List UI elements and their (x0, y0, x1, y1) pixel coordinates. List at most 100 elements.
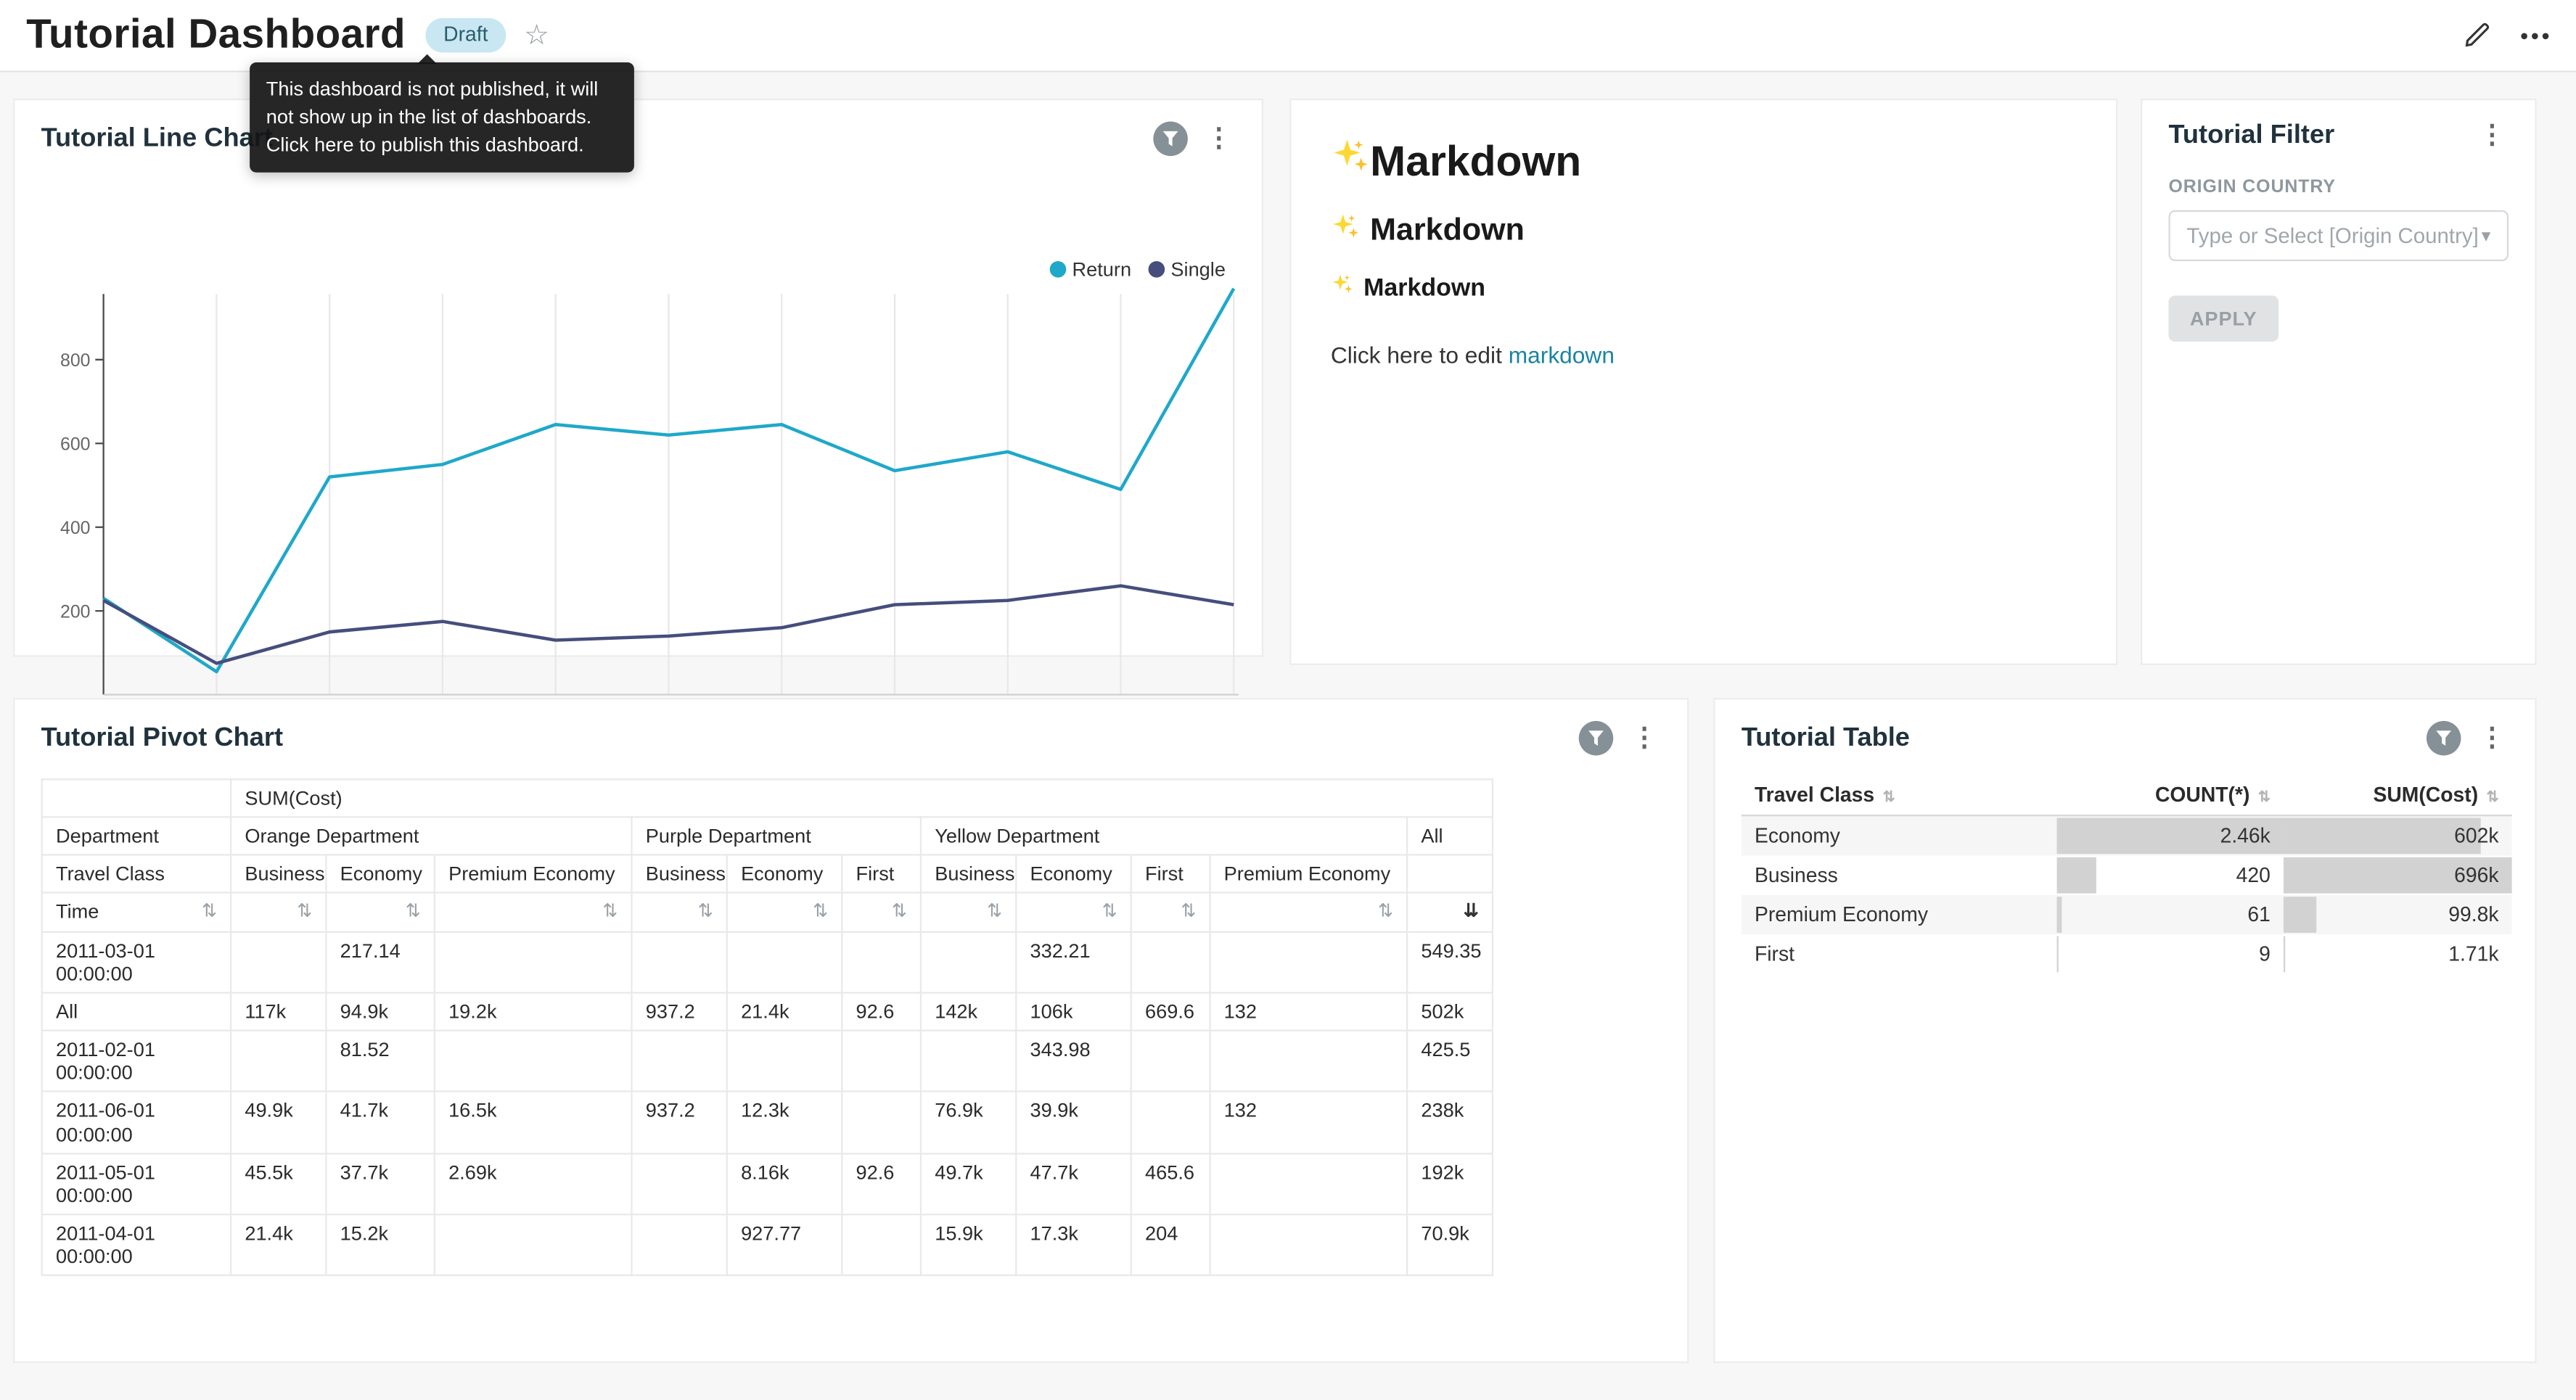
pivot-cell: 927.77 (727, 1214, 842, 1275)
line-chart-card: Tutorial Line Chart ⋮ ReturnSingle 20040… (13, 99, 1263, 657)
pivot-cell: 669.6 (1131, 992, 1210, 1030)
pivot-sort-header[interactable]: ⇅ (1210, 894, 1407, 931)
travel-class-value: Economy (1742, 816, 2057, 855)
table-row: Premium Economy6199.8k (1742, 895, 2512, 934)
sparkles-icon (1331, 212, 1361, 251)
sort-icon[interactable]: ⇅ (297, 903, 312, 921)
table-header-count-[interactable]: COUNT(*) ⇅ (2057, 775, 2284, 815)
sort-icon[interactable]: ⇅ (406, 903, 421, 921)
pivot-cell: 49.7k (921, 1153, 1016, 1214)
pivot-time-header[interactable]: Time ⇅ (42, 894, 231, 931)
count-value: 2.46k (2057, 816, 2284, 855)
travel-class-cell: Business (1742, 856, 2057, 895)
more-menu-icon[interactable] (2520, 30, 2550, 41)
pivot-class-header: Business (921, 855, 1016, 893)
pivot-cell (435, 931, 632, 992)
filter-scope-icon[interactable] (2427, 721, 2461, 756)
sum-cell: 602k (2284, 815, 2512, 855)
pivot-cell (632, 1153, 727, 1214)
pivot-cell: 465.6 (1131, 1153, 1210, 1214)
pivot-table: SUM(Cost)DepartmentOrange DepartmentPurp… (41, 778, 1493, 1277)
kebab-menu-icon[interactable]: ⋮ (1202, 125, 1235, 152)
sort-icon[interactable]: ⇅ (1181, 903, 1196, 921)
pivot-cell: 81.52 (326, 1031, 434, 1092)
pivot-cell: 106k (1016, 992, 1131, 1030)
pivot-class-header: Premium Economy (435, 855, 632, 893)
pivot-sort-header[interactable]: ⇅ (1016, 894, 1131, 931)
sort-icon[interactable]: ⇅ (1378, 903, 1393, 921)
pivot-sort-header[interactable]: ⇊ (1407, 894, 1493, 931)
unpublished-tooltip[interactable]: This dashboard is not published, it will… (250, 62, 634, 173)
line-chart-card-header: Tutorial Line Chart ⋮ (15, 100, 1261, 156)
pivot-cell: 132 (1210, 992, 1407, 1030)
pivot-cell: 92.6 (842, 1153, 921, 1214)
data-table: Travel Class⇅COUNT(*)⇅SUM(Cost)⇅Economy2… (1742, 775, 2512, 974)
pivot-cell (632, 1031, 727, 1092)
pivot-cell (727, 931, 842, 992)
line-chart-card-actions: ⋮ (1153, 122, 1235, 157)
origin-country-select[interactable]: Type or Select [Origin Country] ▾ (2168, 210, 2509, 261)
sort-icon[interactable]: ⇅ (202, 903, 217, 921)
sort-icon[interactable]: ⇅ (1882, 788, 1895, 805)
apply-button[interactable]: APPLY (2168, 296, 2278, 342)
pivot-sort-header[interactable]: ⇅ (231, 894, 326, 931)
pivot-cell (435, 1214, 632, 1275)
sort-desc-icon[interactable]: ⇊ (1464, 903, 1479, 921)
pivot-row: 2011-04-01 00:00:0021.4k15.2k927.7715.9k… (42, 1214, 1493, 1275)
pivot-sort-header[interactable]: ⇅ (435, 894, 632, 931)
favorite-star-icon[interactable]: ☆ (524, 21, 549, 49)
kebab-menu-icon[interactable]: ⋮ (2476, 123, 2509, 149)
pivot-sort-header[interactable]: ⇅ (632, 894, 727, 931)
filter-card-actions: ⋮ (2476, 123, 2509, 149)
travel-class-cell: First (1742, 934, 2057, 973)
table-header-travel-class[interactable]: Travel Class⇅ (1742, 775, 2057, 815)
filter-scope-icon[interactable] (1153, 122, 1188, 157)
pivot-sort-header[interactable]: ⇅ (921, 894, 1016, 931)
edit-pencil-icon[interactable] (2463, 21, 2490, 49)
sort-icon[interactable]: ⇅ (892, 903, 907, 921)
pivot-corner-cell (42, 779, 231, 817)
pivot-sort-header[interactable]: ⇅ (1131, 894, 1210, 931)
legend-item-return[interactable]: Return (1049, 258, 1131, 281)
pivot-cell: 937.2 (632, 1092, 727, 1153)
table-header-label: COUNT(*) (2155, 783, 2249, 807)
line-chart-plot: 200400600800FebruaryMarchAprilMayJuneJul… (41, 284, 1239, 751)
pivot-cell (1210, 931, 1407, 992)
table-header-sum-cost-[interactable]: SUM(Cost)⇅ (2284, 775, 2512, 815)
pivot-sort-header[interactable]: ⇅ (842, 894, 921, 931)
legend-item-single[interactable]: Single (1148, 258, 1226, 281)
pivot-cell: 192k (1407, 1153, 1493, 1214)
pivot-cell: 502k (1407, 992, 1493, 1030)
pivot-cell (921, 931, 1016, 992)
pivot-group-header: Purple Department (632, 818, 921, 855)
travel-class-value: Premium Economy (1742, 895, 2057, 934)
sort-icon[interactable]: ⇅ (698, 903, 713, 921)
sort-icon[interactable]: ⇅ (813, 903, 828, 921)
kebab-menu-icon[interactable]: ⋮ (1628, 725, 1661, 752)
pivot-sort-header[interactable]: ⇅ (727, 894, 842, 931)
markdown-edit-line: Click here to edit markdown (1331, 342, 2077, 368)
pivot-sort-header[interactable]: ⇅ (326, 894, 434, 931)
filter-card-body: ORIGIN COUNTRY Type or Select [Origin Co… (2142, 151, 2535, 342)
markdown-heading-2: Markdown (1331, 212, 2077, 251)
kebab-menu-icon[interactable]: ⋮ (2476, 725, 2509, 752)
sort-icon[interactable]: ⇅ (1102, 903, 1117, 921)
sort-icon[interactable]: ⇅ (602, 903, 618, 921)
markdown-edit-link[interactable]: markdown (1509, 342, 1615, 368)
origin-country-placeholder: Type or Select [Origin Country] (2186, 223, 2481, 248)
sort-icon[interactable]: ⇅ (987, 903, 1002, 921)
sparkles-icon (1331, 136, 1370, 187)
pivot-row-label: 2011-03-01 00:00:00 (42, 931, 231, 992)
pivot-cell: 15.9k (921, 1214, 1016, 1275)
pivot-class-header: First (1131, 855, 1210, 893)
pivot-cell: 937.2 (632, 992, 727, 1030)
pivot-class-header: Business (231, 855, 326, 893)
count-value: 420 (2057, 856, 2284, 895)
sum-value: 99.8k (2284, 895, 2512, 934)
sort-icon[interactable]: ⇅ (2258, 788, 2271, 805)
sort-icon[interactable]: ⇅ (2486, 788, 2498, 805)
pivot-time-label: Time (56, 901, 99, 924)
draft-badge[interactable]: Draft (425, 18, 506, 53)
count-cell: 9 (2057, 934, 2284, 973)
filter-scope-icon[interactable] (1579, 721, 1614, 756)
